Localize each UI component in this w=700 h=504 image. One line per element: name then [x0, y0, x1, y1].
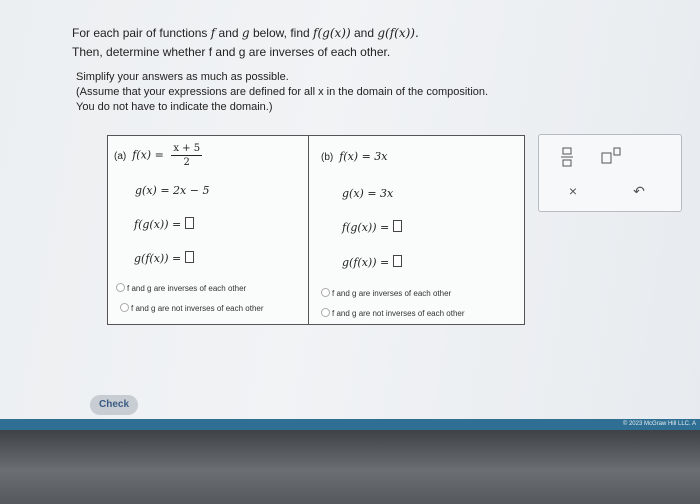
- part-b-f-def: f(x) = 3x: [339, 150, 388, 163]
- copyright-text: © 2023 McGraw Hill LLC. A: [622, 421, 696, 427]
- instructions: Simplify your answers as much as possibl…: [76, 70, 488, 115]
- fraction-numerator: x + 5: [171, 143, 203, 156]
- fraction-icon-graphic: [561, 147, 573, 167]
- part-b-gof-input[interactable]: [393, 255, 403, 267]
- note-line-2: (Assume that your expressions are define…: [76, 86, 489, 98]
- prompt-line-2: Then, determine whether f and g are inve…: [72, 45, 391, 59]
- part-b-fog-label: f(g(x)) =: [342, 221, 390, 234]
- option-label: f and g are not inverses of each other: [131, 304, 264, 313]
- part-a-f-definition: (a) f(x) = x + 5 2: [114, 142, 203, 169]
- part-a-fraction: x + 5 2: [171, 142, 203, 169]
- part-b-label: (b): [321, 152, 334, 163]
- prompt-text: For each pair of functions: [72, 26, 211, 40]
- option-label: f and g are not inverses of each other: [332, 309, 465, 318]
- prompt-fog: f(g(x)): [313, 26, 351, 40]
- note-line-3: You do not have to indicate the domain.): [76, 101, 273, 113]
- radio-button[interactable]: [321, 308, 330, 317]
- fraction-denominator: 2: [183, 157, 190, 168]
- part-a-option-not-inverse[interactable]: f and g are not inverses of each other: [120, 303, 264, 313]
- laptop-bezel: [0, 430, 700, 504]
- option-label: f and g are inverses of each other: [127, 284, 247, 293]
- radio-button[interactable]: [120, 303, 129, 312]
- part-a-f-lhs: f(x) =: [132, 148, 164, 162]
- option-label: f and g are inverses of each other: [332, 289, 452, 298]
- fraction-icon[interactable]: [559, 147, 575, 169]
- part-b-g-definition: g(x) = 3x: [342, 187, 394, 200]
- exponent-icon-graphic: [601, 147, 621, 164]
- part-a-gof-input[interactable]: [185, 251, 195, 263]
- part-a-gof-row: g(f(x)) =: [134, 251, 195, 265]
- radio-button[interactable]: [321, 288, 330, 297]
- part-a-cell: (a) f(x) = x + 5 2 g(x) = 2x − 5 f(g(x)) …: [108, 136, 309, 324]
- part-b-f-definition: (b) f(x) = 3x: [321, 150, 388, 163]
- part-a-label: (a): [114, 150, 127, 162]
- prompt-find: below, find: [252, 26, 310, 40]
- f-symbol: f: [210, 26, 216, 40]
- answer-table: (a) f(x) = x + 5 2 g(x) = 2x − 5 f(g(x)) …: [107, 135, 525, 325]
- g-symbol: g: [241, 26, 250, 40]
- part-a-gof-label: g(f(x)) =: [134, 252, 182, 265]
- check-button[interactable]: Check: [90, 395, 138, 415]
- part-a-option-inverse[interactable]: f and g are inverses of each other: [116, 283, 246, 293]
- clear-icon[interactable]: ×: [564, 183, 582, 201]
- prompt-line-1: For each pair of functions f and g below…: [72, 24, 419, 43]
- prompt-and: and: [218, 26, 239, 40]
- prompt-gof: g(f(x)).: [377, 26, 419, 40]
- prompt-and-2: and: [353, 26, 375, 40]
- footer-bar: © 2023 McGraw Hill LLC. A: [0, 419, 700, 430]
- part-b-cell: (b) f(x) = 3x g(x) = 3x f(g(x)) = g(f(x))…: [309, 136, 524, 324]
- radio-button[interactable]: [116, 283, 125, 292]
- part-a-g-definition: g(x) = 2x − 5: [135, 184, 210, 197]
- part-b-option-inverse[interactable]: f and g are inverses of each other: [321, 288, 451, 298]
- app-screen: For each pair of functions f and g below…: [0, 0, 700, 430]
- part-b-fog-input[interactable]: [393, 220, 403, 232]
- undo-icon[interactable]: ↶: [630, 183, 648, 201]
- part-b-option-not-inverse[interactable]: f and g are not inverses of each other: [321, 308, 465, 318]
- question-prompt: For each pair of functions f and g below…: [72, 24, 419, 62]
- part-b-gof-label: g(f(x)) =: [342, 256, 390, 269]
- math-toolbar: × ↶: [538, 134, 682, 212]
- part-a-fog-label: f(g(x)) =: [134, 218, 182, 231]
- part-a-fog-input[interactable]: [185, 217, 195, 229]
- part-b-gof-row: g(f(x)) =: [342, 255, 403, 269]
- part-a-fog-row: f(g(x)) =: [134, 217, 195, 231]
- part-b-fog-row: f(g(x)) =: [342, 220, 403, 234]
- exponent-icon[interactable]: [601, 147, 623, 167]
- note-line-1: Simplify your answers as much as possibl…: [76, 71, 289, 83]
